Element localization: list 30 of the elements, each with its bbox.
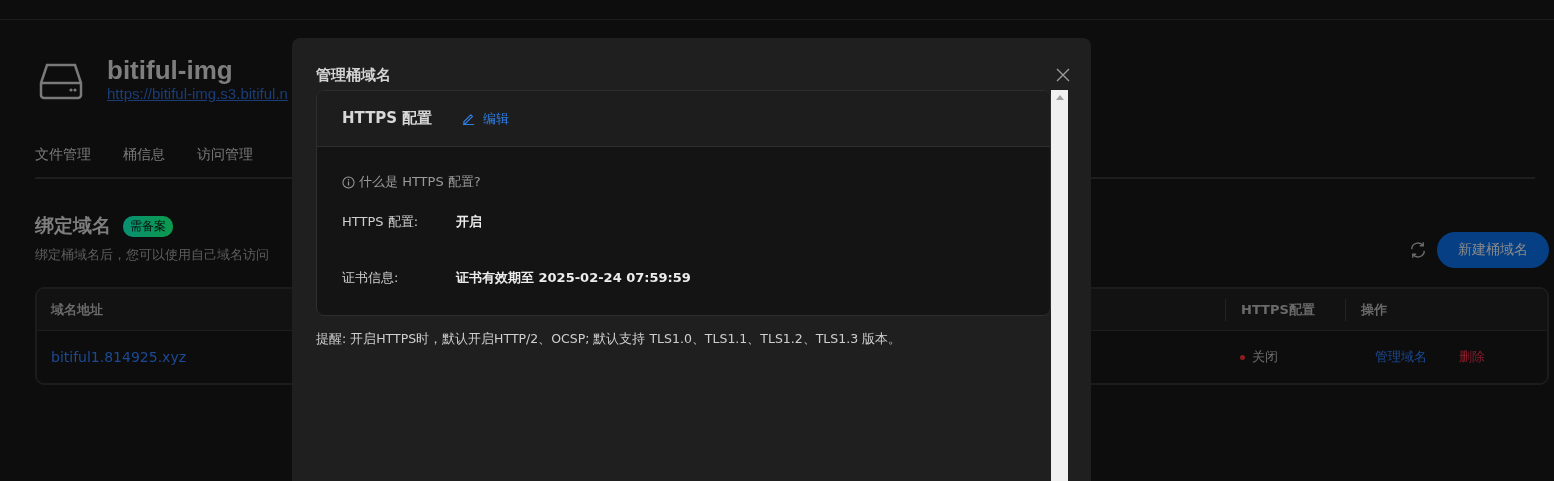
tab[interactable]: 访问管理 [197, 137, 253, 169]
edit-link[interactable]: 编辑 [462, 109, 510, 128]
status-badge: 需备案 [123, 215, 173, 237]
refresh-icon[interactable] [1409, 241, 1427, 259]
column-header: HTTPS配置 [1241, 300, 1315, 319]
note-text: 提醒: 开启HTTPS时，默认开启HTTP/2、OCSP; 默认支持 TLS1.0、TLS1.1、TLS1.2、TLS1.3 版本。 [316, 331, 903, 348]
status-text: 关闭 [1252, 348, 1278, 366]
bucket-name: bitiful-img [107, 55, 234, 85]
field-value: 开启 [456, 213, 482, 231]
column-header: 域名地址 [51, 300, 103, 319]
close-icon[interactable] [1056, 68, 1070, 82]
tab[interactable]: 文件管理 [35, 137, 91, 169]
scrollbar[interactable] [1051, 90, 1068, 481]
field-label: HTTPS 配置: [342, 213, 420, 231]
manage-link[interactable]: 管理域名 [1375, 348, 1427, 366]
card-title: HTTPS 配置 [342, 109, 433, 128]
drive-icon [39, 62, 83, 100]
edit-icon [462, 112, 476, 125]
field-label: 证书信息: [342, 269, 400, 287]
domain-link[interactable]: bitiful1.814925.xyz [51, 349, 187, 365]
new-domain-button[interactable]: 新建桶域名 [1437, 232, 1549, 268]
section-title: 绑定域名 [35, 213, 111, 238]
field-value: 证书有效期至 2025-02-24 07:59:59 [456, 269, 691, 287]
column-header: 操作 [1361, 300, 1387, 319]
tab[interactable]: 桶信息 [123, 137, 165, 169]
scroll-up-icon[interactable] [1055, 95, 1064, 100]
help-link[interactable]: 什么是 HTTPS 配置? [359, 173, 481, 191]
section-description: 绑定桶域名后，您可以使用自己域名访问 [35, 247, 269, 264]
info-icon [342, 175, 355, 189]
dialog-title: 管理桶域名 [316, 65, 391, 85]
